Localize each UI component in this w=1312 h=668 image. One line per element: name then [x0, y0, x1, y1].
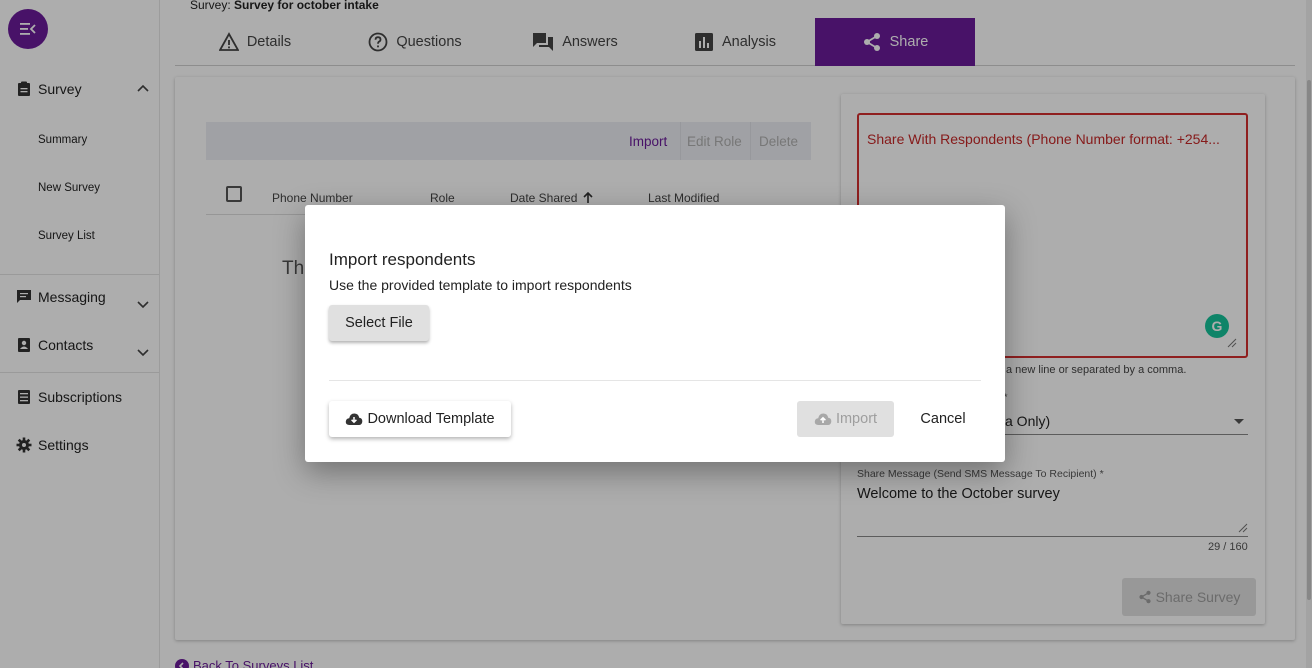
dialog-title: Import respondents — [329, 250, 476, 269]
download-template-label: Download Template — [367, 411, 495, 427]
dialog-divider — [329, 380, 981, 381]
dialog-subtitle: Use the provided template to import resp… — [329, 277, 632, 293]
download-template-button[interactable]: Download Template — [329, 401, 511, 437]
import-respondents-dialog: Import respondents Use the provided temp… — [305, 205, 1005, 462]
cloud-upload-icon — [814, 413, 832, 425]
import-button[interactable]: Import — [797, 401, 894, 437]
cancel-button[interactable]: Cancel — [908, 401, 978, 437]
select-file-button[interactable]: Select File — [329, 305, 429, 341]
cloud-download-icon — [346, 413, 363, 425]
import-label: Import — [835, 411, 878, 427]
